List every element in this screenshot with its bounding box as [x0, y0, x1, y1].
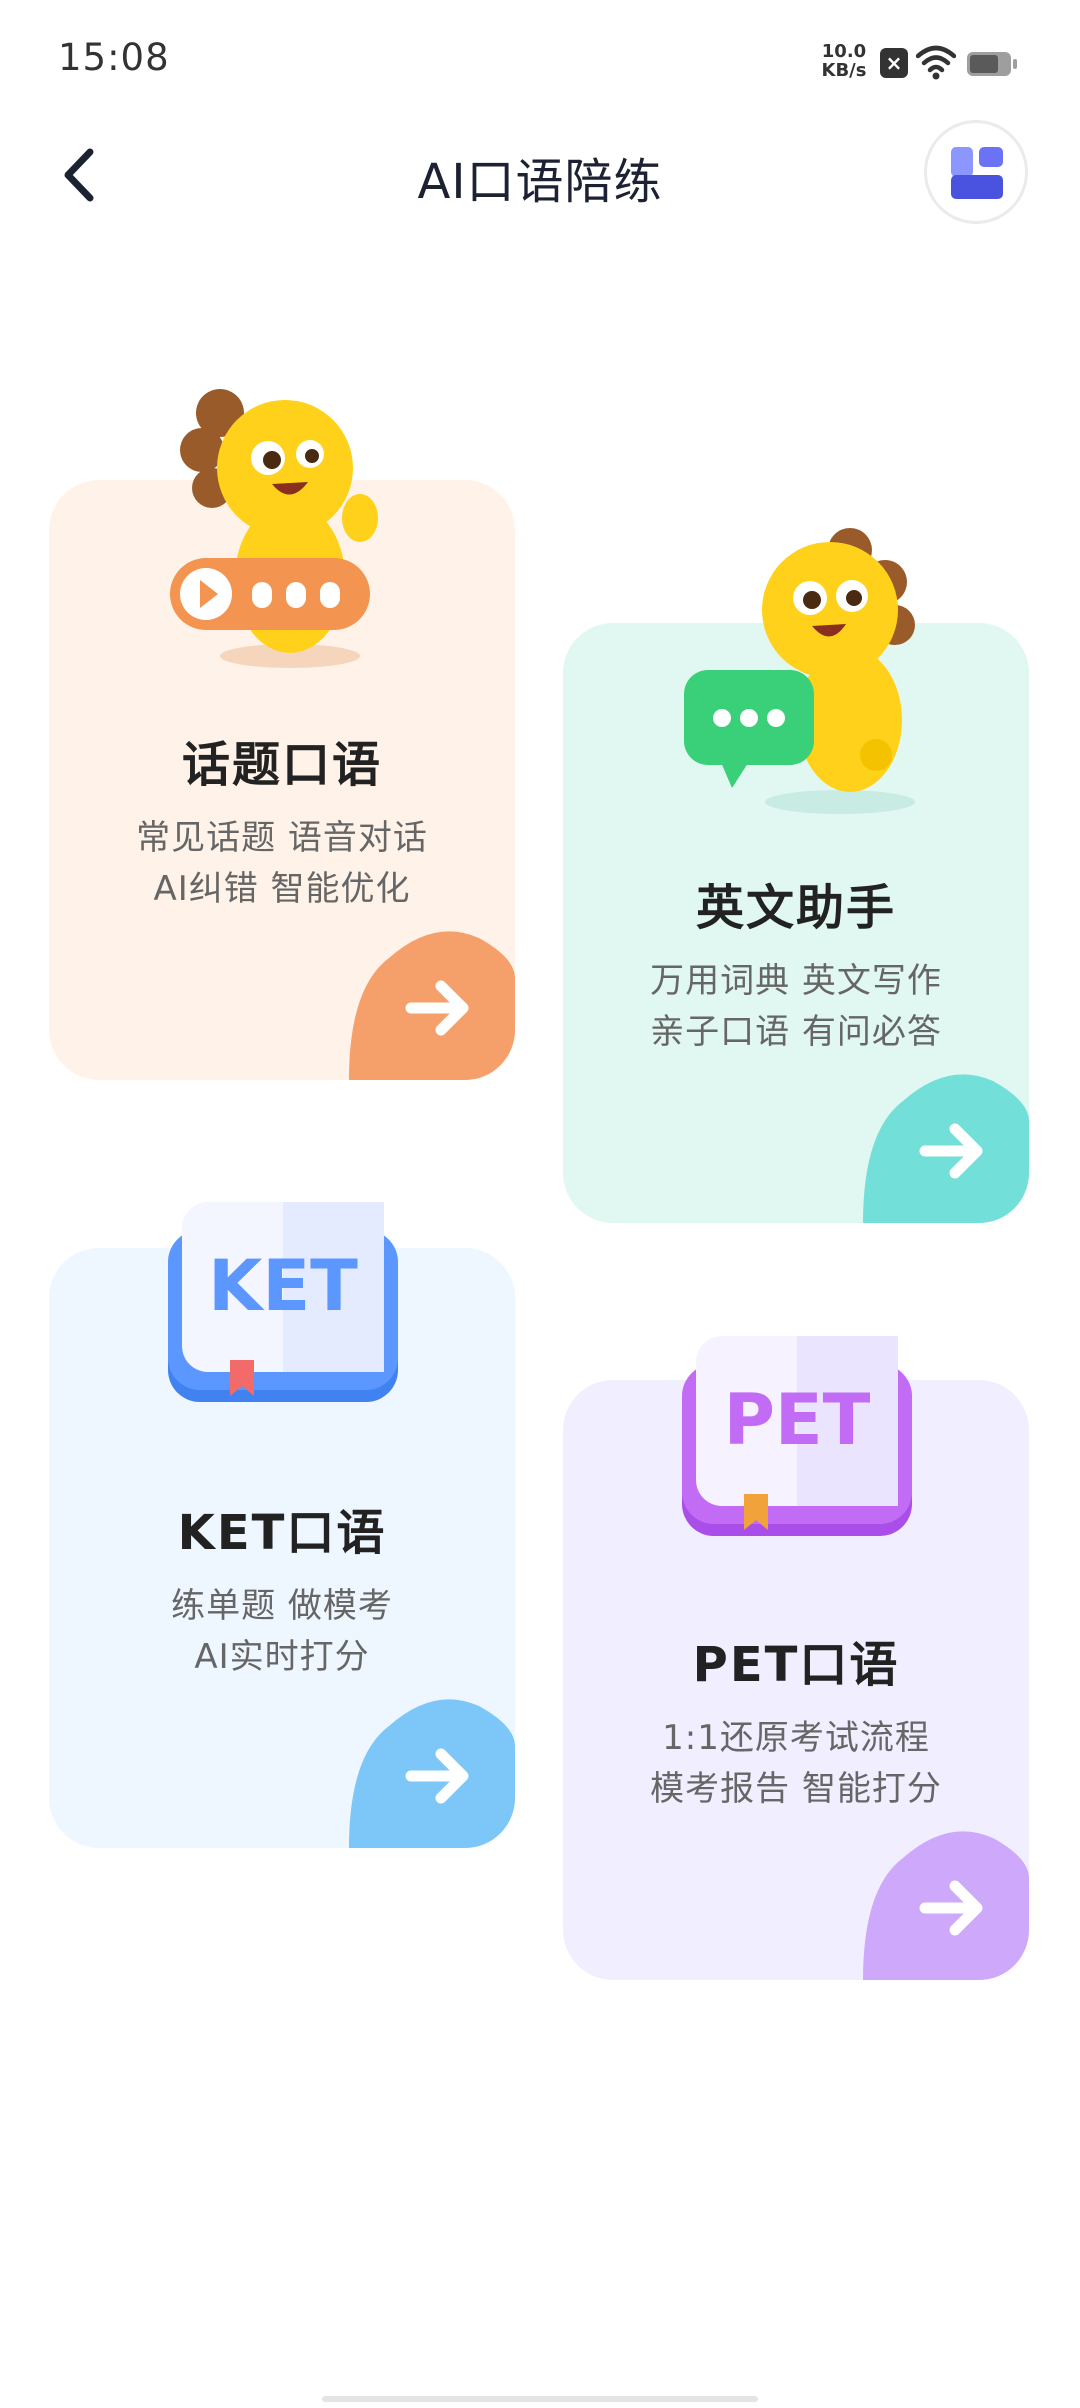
pet-badge: PET [724, 1379, 871, 1461]
layout-grid-icon [951, 147, 1003, 199]
card-description: 亲子口语 有问必答 [650, 1012, 942, 1052]
arrow-right-icon[interactable] [349, 1686, 515, 1848]
battery-icon [967, 52, 1017, 76]
ket-badge: KET [208, 1245, 358, 1327]
card-title: 英文助手 [695, 880, 896, 936]
card-title: 话题口语 [181, 737, 382, 793]
layout-switch-button[interactable] [924, 120, 1028, 224]
card-description: 常见话题 语音对话 [136, 818, 428, 858]
ket-book-icon: KET [168, 1202, 398, 1402]
status-time: 15:08 [58, 36, 170, 79]
card-description: 模考报告 智能打分 [650, 1769, 942, 1809]
card-description: 1:1还原考试流程 [662, 1718, 930, 1758]
arrow-right-icon[interactable] [349, 918, 515, 1080]
card-title: KET口语 [177, 1505, 387, 1561]
card-description: 练单题 做模考 [171, 1586, 393, 1626]
close-box-icon: × [880, 48, 908, 78]
arrow-right-icon[interactable] [863, 1818, 1029, 1980]
card-description: AI实时打分 [194, 1637, 370, 1677]
arrow-right-icon[interactable] [863, 1061, 1029, 1223]
page-title: AI口语陪练 [417, 154, 663, 210]
dinosaur-chat-mascot-icon [684, 528, 915, 814]
network-speed-value: 10.0 [821, 41, 867, 62]
card-description: 万用词典 英文写作 [650, 961, 942, 1001]
network-speed: 10.0 KB/s [818, 42, 870, 80]
pet-book-icon: PET [682, 1336, 912, 1536]
dinosaur-mascot-icon [170, 389, 378, 668]
card-description: AI纠错 智能优化 [153, 869, 411, 909]
network-speed-unit: KB/s [821, 60, 867, 81]
home-indicator [322, 2396, 758, 2402]
card-title: PET口语 [692, 1637, 900, 1693]
wifi-icon [916, 45, 956, 80]
